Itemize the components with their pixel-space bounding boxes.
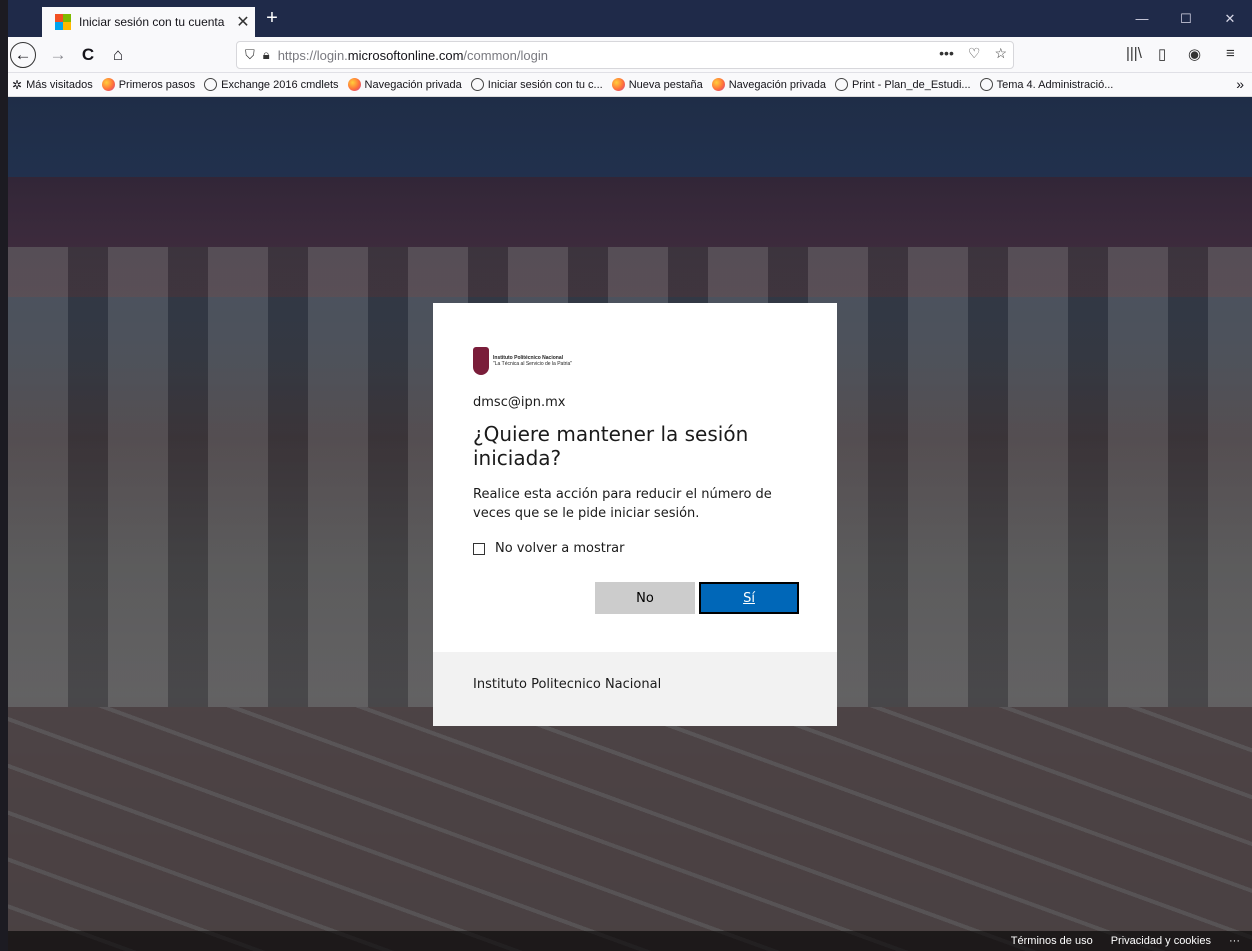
pocket-icon[interactable]: ♡ — [968, 45, 981, 62]
menu-icon[interactable]: ≡ — [1226, 45, 1235, 62]
bookmark-item[interactable]: ✲ Más visitados — [12, 78, 93, 92]
lock-icon[interactable]: 🔒︎ — [263, 47, 270, 63]
dont-show-again-checkbox[interactable] — [473, 542, 485, 555]
browser-window: Iniciar sesión con tu cuenta ✕ + — ☐ ✕ ←… — [8, 0, 1252, 951]
ipn-seal-icon — [473, 347, 489, 375]
firefox-icon — [347, 78, 361, 91]
back-button[interactable]: ← — [10, 42, 36, 68]
bookmarks-toolbar: ✲ Más visitados Primeros pasos Exchange 2… — [8, 73, 1252, 97]
more-options-icon[interactable]: ··· — [1229, 935, 1240, 947]
bookmarks-overflow-icon[interactable]: » — [1236, 76, 1244, 92]
close-window-button[interactable]: ✕ — [1208, 0, 1252, 37]
bookmark-item[interactable]: Exchange 2016 cmdlets — [204, 78, 339, 91]
globe-icon — [470, 78, 484, 91]
shield-icon[interactable]: ⛉ — [245, 47, 255, 63]
url-bar[interactable]: ⛉ 🔒︎ https://login.microsoftonline.com/c… — [236, 41, 1014, 69]
reload-button[interactable]: C — [74, 41, 102, 69]
bookmark-item[interactable]: Navegación privada — [347, 78, 462, 91]
tab-strip: Iniciar sesión con tu cuenta ✕ + — ☐ ✕ — [8, 0, 1252, 37]
tab-active[interactable]: Iniciar sesión con tu cuenta ✕ — [42, 7, 255, 37]
bookmark-item[interactable]: Navegación privada — [711, 78, 826, 91]
url-text[interactable]: https://login.microsoftonline.com/common… — [278, 48, 548, 63]
sidebar-icon[interactable]: ▯ — [1158, 45, 1166, 63]
forward-button[interactable]: → — [44, 41, 72, 69]
stay-signed-in-dialog: Instituto Politécnico Nacional "La Técnic… — [433, 303, 837, 726]
globe-icon — [834, 78, 848, 91]
globe-icon — [979, 78, 993, 91]
bookmark-item[interactable]: Print - Plan_de_Estudi... — [834, 78, 971, 91]
account-icon[interactable]: ◉ — [1188, 45, 1201, 63]
no-button[interactable]: No — [595, 582, 695, 614]
bookmark-star-icon[interactable]: ☆ — [994, 45, 1007, 62]
tab-close-icon[interactable]: ✕ — [231, 12, 255, 32]
yes-button[interactable]: Sí — [699, 582, 799, 614]
globe-icon — [204, 78, 218, 91]
checkbox-label[interactable]: No volver a mostrar — [495, 541, 624, 556]
home-button[interactable]: ⌂ — [104, 41, 132, 69]
page-actions-icon[interactable]: ••• — [939, 45, 954, 62]
background-plaza — [8, 707, 1252, 951]
dont-show-again-row[interactable]: No volver a mostrar — [473, 541, 797, 556]
firefox-icon — [101, 78, 115, 91]
minimize-button[interactable]: — — [1120, 0, 1164, 37]
microsoft-logo-icon — [55, 14, 71, 30]
user-email: dmsc@ipn.mx — [473, 395, 566, 410]
gear-icon: ✲ — [12, 77, 23, 92]
privacy-link[interactable]: Privacidad y cookies — [1111, 935, 1211, 947]
page-content: Instituto Politécnico Nacional "La Técnic… — [8, 97, 1252, 951]
dialog-title: ¿Quiere mantener la sesión iniciada? — [473, 422, 749, 470]
tab-title: Iniciar sesión con tu cuenta — [79, 15, 225, 29]
library-icon[interactable]: |||\ — [1126, 45, 1142, 62]
button-row: No Sí — [595, 582, 799, 614]
terms-link[interactable]: Términos de uso — [1011, 935, 1093, 947]
bookmark-item[interactable]: Tema 4. Administració... — [979, 78, 1113, 91]
bookmark-item[interactable]: Iniciar sesión con tu c... — [470, 78, 603, 91]
dialog-footer: Instituto Politecnico Nacional — [433, 652, 837, 726]
firefox-icon — [611, 78, 625, 91]
navigation-toolbar: ← → C ⌂ ⛉ 🔒︎ https://login.microsoftonli… — [8, 37, 1252, 73]
bookmark-item[interactable]: Nueva pestaña — [611, 78, 703, 91]
page-footer: Términos de uso Privacidad y cookies ··· — [8, 931, 1252, 951]
ipn-logo: Instituto Politécnico Nacional "La Técnic… — [473, 347, 797, 375]
firefox-icon — [711, 78, 725, 91]
bookmark-item[interactable]: Primeros pasos — [101, 78, 195, 91]
maximize-button[interactable]: ☐ — [1164, 0, 1208, 37]
dialog-description: Realice esta acción para reducir el núme… — [473, 487, 772, 521]
new-tab-button[interactable]: + — [260, 5, 284, 31]
